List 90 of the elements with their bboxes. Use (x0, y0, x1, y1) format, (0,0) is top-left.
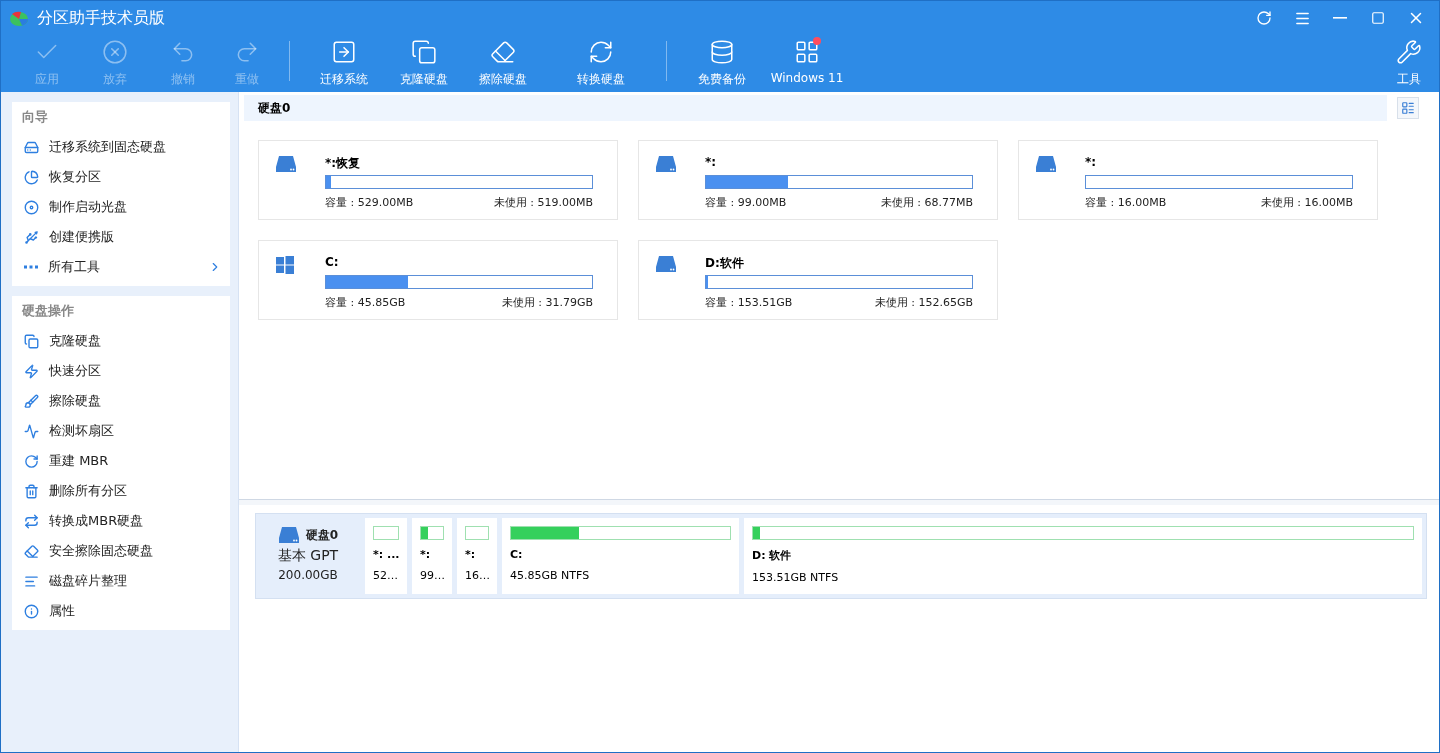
partition-name: C: (510, 548, 524, 561)
partition-block[interactable]: *: 99… (412, 518, 452, 594)
lightning-icon (24, 363, 39, 379)
usb-icon (24, 229, 39, 245)
maximize-icon (1371, 11, 1385, 25)
partition-card[interactable]: *: 容量 : 16.00MB 未使用 : 16.00MB (1018, 140, 1378, 220)
sidebar-item[interactable]: 属性 (12, 596, 230, 626)
sidebar-item[interactable]: 磁盘碎片整理 (12, 566, 230, 596)
disk-header: 硬盘0 (244, 95, 1387, 121)
partition-card[interactable]: D:软件 容量 : 153.51GB 未使用 : 152.65GB (638, 240, 998, 320)
sidebar-item[interactable]: 所有工具 (12, 252, 230, 282)
grid-icon (794, 39, 820, 65)
swap-icon (24, 513, 39, 529)
lines-icon (24, 573, 39, 589)
unused-text: 未使用 : 152.65GB (874, 295, 973, 310)
refresh-icon (1256, 10, 1272, 26)
capacity-text: 容量 : 45.85GB (325, 295, 406, 310)
minimize-icon (1333, 17, 1347, 19)
toolbar-button[interactable]: 转换硬盘 (546, 37, 656, 90)
toolbar-button[interactable]: Windows 11 (767, 37, 847, 87)
disc-icon (24, 199, 39, 215)
sidebar-item[interactable]: 擦除硬盘 (12, 386, 230, 416)
partition-block[interactable]: *: ... 52… (365, 518, 407, 594)
partition-name: *: (1085, 155, 1098, 171)
partition-info: 45.85GB NTFS (510, 569, 591, 582)
partition-info: 153.51GB NTFS (752, 571, 840, 584)
backup-icon (709, 39, 735, 65)
partition-card[interactable]: C: 容量 : 45.85GB 未使用 : 31.79GB (258, 240, 618, 320)
sidebar-item[interactable]: 制作启动光盘 (12, 192, 230, 222)
window-title: 分区助手技术员版 (37, 7, 166, 29)
disk-type: 基本 GPT (277, 547, 339, 565)
sidebar-item[interactable]: 恢复分区 (12, 162, 230, 192)
copy-icon (24, 333, 39, 349)
view-toggle-button[interactable] (1397, 97, 1419, 119)
sidebar-item[interactable]: 重建 MBR (12, 446, 230, 476)
section-title: 向导 (21, 108, 49, 126)
sidebar-item[interactable]: 克隆硬盘 (12, 326, 230, 356)
toolbar-button[interactable]: 免费备份 (677, 37, 767, 90)
toolbar-button[interactable]: 擦除硬盘 (460, 37, 546, 90)
partition-block[interactable]: C: 45.85GB NTFS (502, 518, 739, 594)
sidebar-item[interactable]: 删除所有分区 (12, 476, 230, 506)
wrench-icon (1396, 39, 1422, 65)
partition-name: D:软件 (705, 255, 745, 272)
refresh-icon (24, 453, 39, 469)
brush-icon (24, 393, 39, 409)
drive-icon (24, 139, 39, 155)
partition-name: D: 软件 (752, 548, 793, 563)
partition-name: *: (705, 155, 718, 171)
partition-info: 16… (465, 569, 489, 582)
capacity-text: 容量 : 529.00MB (325, 195, 414, 210)
disk-size: 200.00GB (278, 568, 338, 582)
partition-name: *: (420, 548, 432, 561)
sidebar-item[interactable]: 检测坏扇区 (12, 416, 230, 446)
drive-icon (277, 526, 300, 544)
trash-icon (24, 483, 39, 499)
capacity-text: 容量 : 153.51GB (705, 295, 793, 310)
sidebar-item[interactable]: 迁移系统到固态硬盘 (12, 132, 230, 162)
partition-name: *:恢复 (325, 155, 362, 172)
partition-name: *: ... (373, 548, 399, 561)
capacity-text: 容量 : 16.00MB (1085, 195, 1167, 210)
sidebar-item[interactable]: 创建便携版 (12, 222, 230, 252)
cancel-icon (102, 39, 128, 65)
list-view-icon (1401, 101, 1415, 115)
partition-info: 99… (420, 569, 444, 582)
eraser-icon (24, 543, 39, 559)
capacity-text: 容量 : 99.00MB (705, 195, 787, 210)
partition-block[interactable]: D: 软件 153.51GB NTFS (744, 518, 1422, 594)
sidebar-item[interactable]: 快速分区 (12, 356, 230, 386)
partition-block[interactable]: *: 16… (457, 518, 497, 594)
disk-name: 硬盘0 (305, 526, 339, 544)
unused-text: 未使用 : 31.79GB (501, 295, 593, 310)
partition-info: 52… (373, 569, 399, 582)
app-logo (9, 9, 29, 27)
section-title: 硬盘操作 (21, 302, 75, 320)
unused-text: 未使用 : 519.00MB (493, 195, 593, 210)
partition-name: *: (465, 548, 477, 561)
sidebar-item[interactable]: 安全擦除固态硬盘 (12, 536, 230, 566)
unused-text: 未使用 : 16.00MB (1260, 195, 1353, 210)
partition-name: C: (325, 255, 340, 271)
partition-card[interactable]: *:恢复 容量 : 529.00MB 未使用 : 519.00MB (258, 140, 618, 220)
sidebar-item[interactable]: 转换成MBR硬盘 (12, 506, 230, 536)
toolbar-button[interactable]: 克隆硬盘 (388, 37, 460, 90)
partition-card[interactable]: *: 容量 : 99.00MB 未使用 : 68.77MB (638, 140, 998, 220)
unused-text: 未使用 : 68.77MB (880, 195, 973, 210)
info-icon (24, 603, 39, 619)
toolbar-button[interactable]: 迁移系统 (300, 37, 388, 90)
dots-icon (24, 265, 38, 269)
pie-chart-icon (24, 169, 39, 185)
pulse-icon (24, 423, 39, 439)
toolbar-button[interactable]: 工具 (1389, 37, 1429, 90)
